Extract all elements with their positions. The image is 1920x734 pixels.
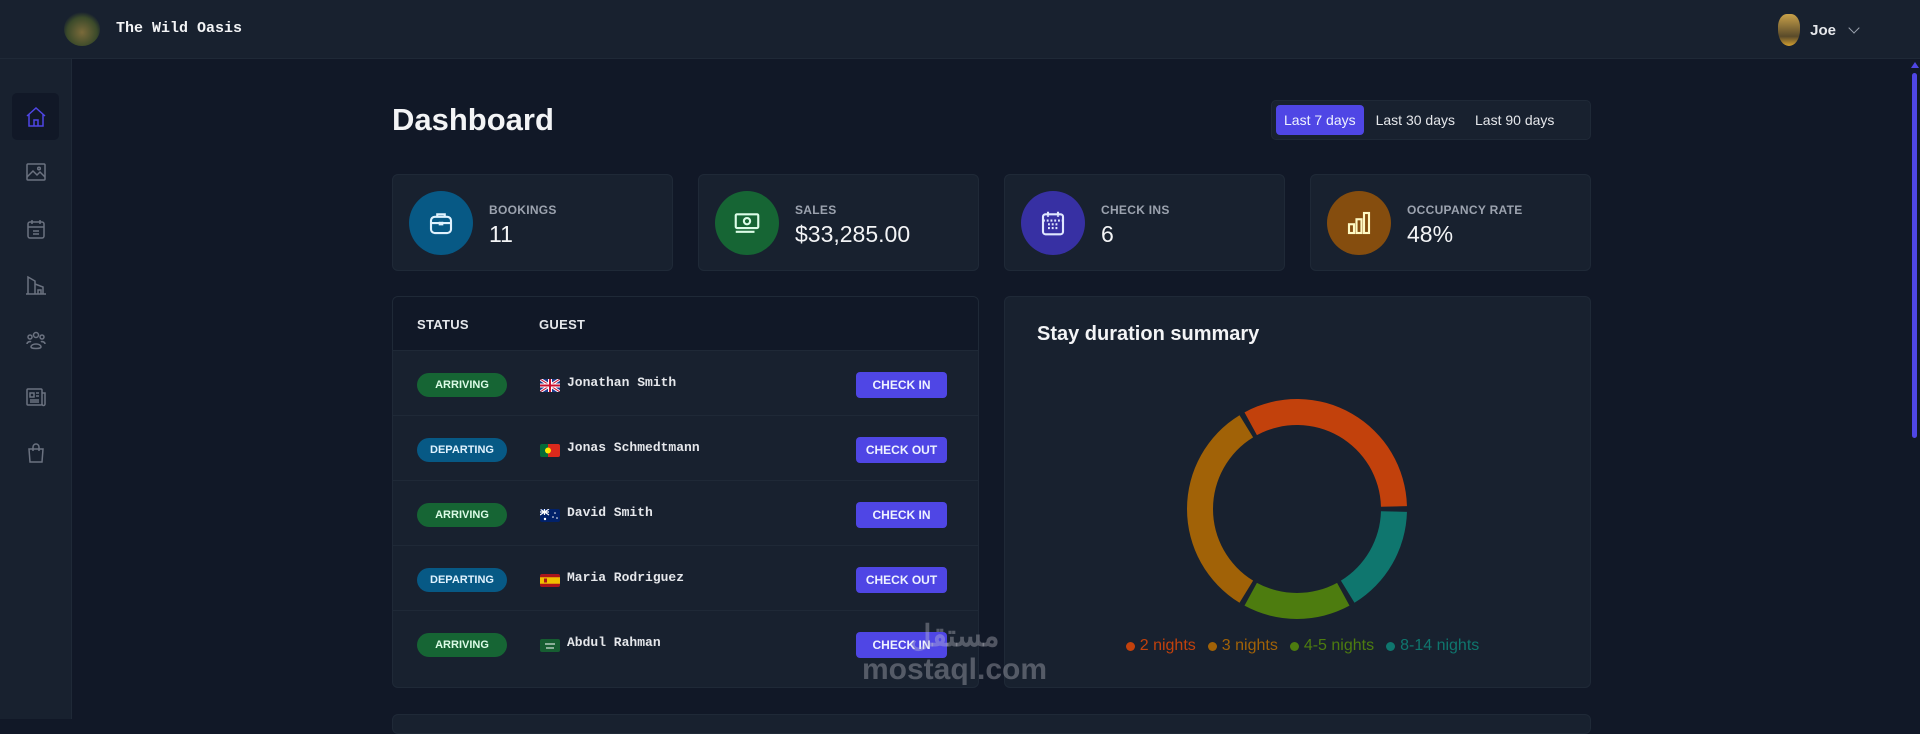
chevron-down-icon <box>1848 22 1860 34</box>
table-header: STATUS GUEST <box>393 297 978 351</box>
legend-dot <box>1125 641 1135 651</box>
sidebar-item-users[interactable] <box>12 316 59 363</box>
stat-check-ins: CHECK INS 6 <box>1004 174 1285 271</box>
guest-name: David Smith <box>567 505 653 520</box>
flag-au-icon <box>540 509 560 522</box>
newspaper-icon <box>25 387 46 406</box>
sidebar-item-cabins[interactable] <box>12 148 59 195</box>
date-filter: Last 7 days Last 30 days Last 90 days <box>1271 100 1591 140</box>
table-row: ARRIVING David Smith CHECK IN <box>393 481 978 546</box>
stat-label: BOOKINGS <box>489 203 557 217</box>
stat-label: OCCUPANCY RATE <box>1407 203 1523 217</box>
user-menu[interactable]: Joe <box>1778 14 1860 46</box>
legend-label: 2 nights <box>1139 637 1196 654</box>
check-out-button[interactable]: CHECK OUT <box>856 567 947 593</box>
watermark: مستقل mostaql.com <box>862 620 1047 686</box>
building-icon <box>25 275 46 295</box>
legend-item: 3 nights <box>1207 637 1278 655</box>
top-header: The Wild Oasis Joe <box>0 0 1920 59</box>
stat-value: 48% <box>1407 221 1454 247</box>
column-status: STATUS <box>417 317 469 332</box>
status-badge: ARRIVING <box>417 633 507 657</box>
sidebar <box>0 59 72 719</box>
stat-label: SALES <box>795 203 837 217</box>
flag-pt-icon <box>540 444 560 457</box>
filter-last-7-days[interactable]: Last 7 days <box>1276 105 1364 135</box>
app-title: The Wild Oasis <box>116 20 243 37</box>
sidebar-item-facilities[interactable] <box>12 261 59 308</box>
donut-slice-4-5-nights[interactable] <box>1244 582 1350 619</box>
legend-item: 4-5 nights <box>1289 637 1375 655</box>
status-badge: DEPARTING <box>417 438 507 462</box>
stat-bookings: BOOKINGS 11 <box>392 174 673 271</box>
watermark-text: mostaql.com <box>862 653 1048 686</box>
check-in-button[interactable]: CHECK IN <box>856 372 947 398</box>
banknotes-icon <box>715 191 779 255</box>
legend-item: 8-14 nights <box>1386 637 1479 655</box>
table-row: DEPARTING Jonas Schmedtmann CHECK OUT <box>393 416 978 481</box>
bottom-panel <box>392 714 1591 734</box>
column-guest: GUEST <box>539 317 586 332</box>
guest-name: Maria Rodriguez <box>567 570 685 585</box>
page-title: Dashboard <box>392 102 554 137</box>
sidebar-item-home[interactable] <box>12 93 59 140</box>
sidebar-item-bookings[interactable] <box>12 205 59 252</box>
calendar-days-icon <box>1021 191 1085 255</box>
sidebar-item-shop[interactable] <box>12 429 59 476</box>
stat-value: 6 <box>1101 221 1114 247</box>
guest-name: Abdul Rahman <box>567 635 661 650</box>
filter-last-90-days[interactable]: Last 90 days <box>1467 105 1562 135</box>
stat-occupancy-rate: OCCUPANCY RATE 48% <box>1310 174 1591 271</box>
user-avatar <box>1778 14 1801 46</box>
legend-item: 2 nights <box>1125 637 1196 655</box>
status-badge: ARRIVING <box>417 373 507 397</box>
sidebar-item-reports[interactable] <box>12 373 59 420</box>
wild-oasis-logo[interactable] <box>64 12 100 46</box>
donut-slice-3-nights[interactable] <box>1187 415 1254 603</box>
legend-dot <box>1289 641 1299 651</box>
table-row: ARRIVING Jonathan Smith CHECK IN <box>393 351 978 416</box>
status-badge: DEPARTING <box>417 568 507 592</box>
donut-slice-2-nights[interactable] <box>1244 399 1407 507</box>
scrollbar-up-arrow[interactable] <box>1911 62 1919 68</box>
status-badge: ARRIVING <box>417 503 507 527</box>
user-name: Joe <box>1810 21 1836 39</box>
legend-label: 4-5 nights <box>1303 637 1375 654</box>
legend-dot <box>1386 641 1396 651</box>
stay-duration-chart: Stay duration summary 2 nights 3 nights 4-… <box>1004 296 1591 688</box>
watermark-arabic: مستقل <box>909 620 1000 653</box>
flag-sa-icon <box>540 639 560 652</box>
flag-es-icon <box>540 574 560 587</box>
stat-label: CHECK INS <box>1101 203 1170 217</box>
calendar-icon <box>26 219 45 239</box>
chart-legend: 2 nights 3 nights 4-5 nights 8-14 nights <box>1005 637 1590 655</box>
home-icon <box>26 106 45 127</box>
check-in-button[interactable]: CHECK IN <box>856 502 947 528</box>
guest-name: Jonas Schmedtmann <box>567 440 700 455</box>
flag-uk-icon <box>540 379 560 392</box>
table-row: DEPARTING Maria Rodriguez CHECK OUT <box>393 546 978 611</box>
stat-sales: SALES $33,285.00 <box>698 174 979 271</box>
legend-label: 3 nights <box>1221 637 1278 654</box>
filter-last-30-days[interactable]: Last 30 days <box>1368 105 1463 135</box>
stat-value: 11 <box>489 221 513 247</box>
guest-name: Jonathan Smith <box>567 375 677 390</box>
check-out-button[interactable]: CHECK OUT <box>856 437 947 463</box>
legend-label: 8-14 nights <box>1400 637 1480 654</box>
image-icon <box>25 162 46 181</box>
chart-bar-icon <box>1327 191 1391 255</box>
briefcase-icon <box>409 191 473 255</box>
shopping-bag-icon <box>27 442 44 463</box>
scrollbar-thumb[interactable] <box>1912 73 1917 438</box>
stat-value: $33,285.00 <box>795 221 911 247</box>
donut-chart <box>1187 399 1407 619</box>
donut-slice-8-14-nights[interactable] <box>1340 511 1407 603</box>
legend-dot <box>1207 641 1217 651</box>
users-icon <box>25 331 46 349</box>
